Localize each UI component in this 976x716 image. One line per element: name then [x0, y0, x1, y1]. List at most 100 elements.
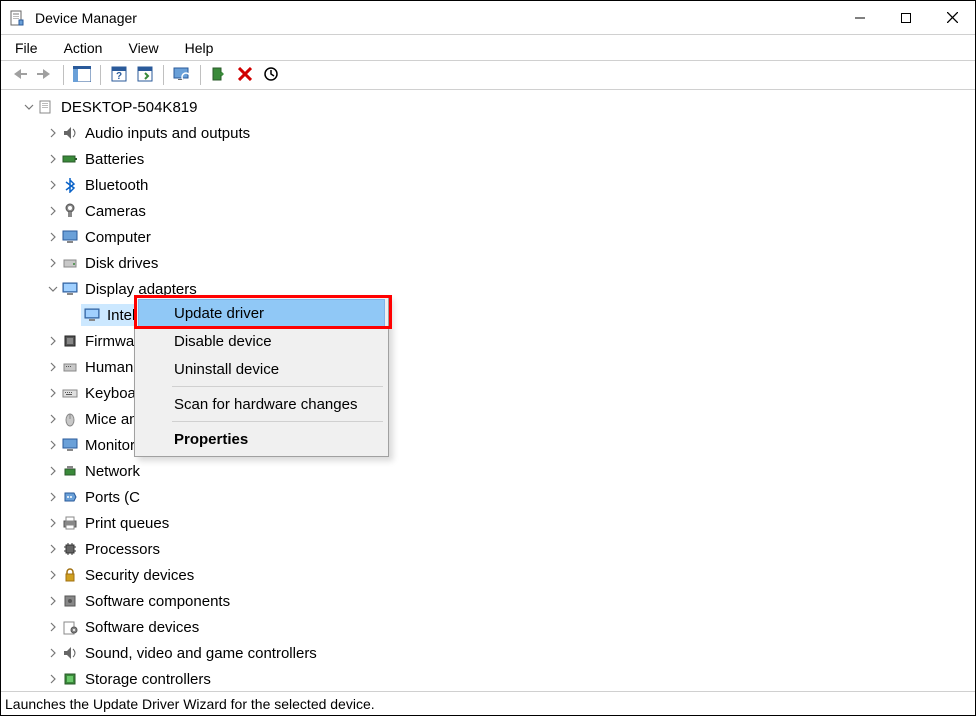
tree-item-computer[interactable]: Computer	[9, 224, 967, 250]
tree-item-processors[interactable]: Processors	[9, 536, 967, 562]
maximize-button[interactable]	[883, 1, 929, 34]
security-icon	[61, 566, 79, 584]
monitor-icon	[61, 436, 79, 454]
collapse-icon[interactable]	[45, 281, 61, 297]
tree-item-label: Human	[85, 359, 133, 376]
device-tree[interactable]: DESKTOP-504K819 Audio inputs and outputs…	[1, 90, 975, 691]
audio-icon	[61, 124, 79, 142]
tree-item-network[interactable]: Network	[9, 458, 967, 484]
tree-item-label: Disk drives	[85, 255, 158, 272]
tree-item-sw-devices[interactable]: Software devices	[9, 614, 967, 640]
tree-item-label: Software components	[85, 593, 230, 610]
display-adapter-icon	[83, 306, 101, 324]
toolbar-disable-button[interactable]	[259, 63, 283, 87]
tree-item-label: Ports (C	[85, 489, 140, 506]
collapse-icon[interactable]	[21, 99, 37, 115]
toolbar-export-button[interactable]	[133, 63, 157, 87]
menu-file[interactable]: File	[3, 38, 50, 58]
tree-root-label: DESKTOP-504K819	[61, 99, 197, 116]
tree-item-ports[interactable]: Ports (C	[9, 484, 967, 510]
expand-icon[interactable]	[45, 619, 61, 635]
expand-icon[interactable]	[45, 359, 61, 375]
tree-item-audio[interactable]: Audio inputs and outputs	[9, 120, 967, 146]
expand-icon[interactable]	[45, 437, 61, 453]
toolbar-help-button[interactable]: ?	[107, 63, 131, 87]
toolbar-back-button[interactable]	[7, 63, 31, 87]
menu-view[interactable]: View	[116, 38, 170, 58]
toolbar-update-driver-button[interactable]	[207, 63, 231, 87]
svg-text:?: ?	[116, 71, 122, 82]
tree-item-label: Cameras	[85, 203, 146, 220]
tree-item-storage[interactable]: Storage controllers	[9, 666, 967, 691]
toolbar-forward-button[interactable]	[33, 63, 57, 87]
toolbar: ?	[1, 60, 975, 90]
expand-icon[interactable]	[45, 567, 61, 583]
tree-item-label: Monitor	[85, 437, 135, 454]
expand-icon[interactable]	[45, 151, 61, 167]
ctx-disable-device[interactable]: Disable device	[138, 327, 385, 355]
tree-item-label: Network	[85, 463, 140, 480]
menu-help[interactable]: Help	[173, 38, 226, 58]
toolbar-separator	[100, 65, 101, 85]
context-menu: Update driver Disable device Uninstall d…	[134, 295, 389, 457]
ctx-scan-hardware[interactable]: Scan for hardware changes	[138, 390, 385, 418]
computer-icon	[61, 228, 79, 246]
toolbar-uninstall-button[interactable]	[233, 63, 257, 87]
component-icon	[61, 592, 79, 610]
tree-item-disk[interactable]: Disk drives	[9, 250, 967, 276]
softdev-icon	[61, 618, 79, 636]
toolbar-show-hide-tree-button[interactable]	[70, 63, 94, 87]
tree-item-cameras[interactable]: Cameras	[9, 198, 967, 224]
ctx-uninstall-device[interactable]: Uninstall device	[138, 355, 385, 383]
tree-item-label: Batteries	[85, 151, 144, 168]
ctx-update-driver[interactable]: Update driver	[138, 299, 385, 327]
tree-item-label: Print queues	[85, 515, 169, 532]
expand-icon[interactable]	[45, 125, 61, 141]
tree-item-sound[interactable]: Sound, video and game controllers	[9, 640, 967, 666]
toolbar-separator	[200, 65, 201, 85]
minimize-button[interactable]	[837, 1, 883, 34]
tree-item-label: Mice an	[85, 411, 138, 428]
menu-action[interactable]: Action	[52, 38, 115, 58]
close-button[interactable]	[929, 1, 975, 34]
tree-item-label: Security devices	[85, 567, 194, 584]
expand-icon[interactable]	[45, 463, 61, 479]
toolbar-scan-button[interactable]	[170, 63, 194, 87]
tree-item-label: Audio inputs and outputs	[85, 125, 250, 142]
expand-icon[interactable]	[45, 411, 61, 427]
expand-icon[interactable]	[45, 671, 61, 687]
export-icon	[137, 66, 153, 85]
computer-root-icon	[37, 98, 55, 116]
toolbar-separator	[63, 65, 64, 85]
expand-icon[interactable]	[45, 593, 61, 609]
toolbar-separator	[163, 65, 164, 85]
cpu-icon	[61, 540, 79, 558]
ctx-properties[interactable]: Properties	[138, 425, 385, 453]
tree-item-label: Sound, video and game controllers	[85, 645, 317, 662]
ctx-separator	[172, 421, 383, 422]
statusbar-text: Launches the Update Driver Wizard for th…	[5, 696, 375, 712]
tree-item-sw-components[interactable]: Software components	[9, 588, 967, 614]
expand-icon[interactable]	[45, 229, 61, 245]
hid-icon	[61, 358, 79, 376]
network-icon	[61, 462, 79, 480]
expand-icon[interactable]	[45, 385, 61, 401]
expand-icon[interactable]	[45, 333, 61, 349]
tree-item-batteries[interactable]: Batteries	[9, 146, 967, 172]
expand-icon[interactable]	[45, 177, 61, 193]
tree-root-row[interactable]: DESKTOP-504K819	[9, 94, 967, 120]
camera-icon	[61, 202, 79, 220]
tree-item-print[interactable]: Print queues	[9, 510, 967, 536]
expand-icon[interactable]	[45, 489, 61, 505]
expand-icon[interactable]	[45, 541, 61, 557]
expand-icon[interactable]	[45, 203, 61, 219]
expand-icon[interactable]	[45, 645, 61, 661]
tree-item-bluetooth[interactable]: Bluetooth	[9, 172, 967, 198]
tree-item-label: Storage controllers	[85, 671, 211, 688]
expand-icon[interactable]	[45, 515, 61, 531]
tree-item-security[interactable]: Security devices	[9, 562, 967, 588]
display-adapter-icon	[61, 280, 79, 298]
titlebar: Device Manager	[1, 1, 975, 35]
expand-icon[interactable]	[45, 255, 61, 271]
tree-item-label: Bluetooth	[85, 177, 148, 194]
